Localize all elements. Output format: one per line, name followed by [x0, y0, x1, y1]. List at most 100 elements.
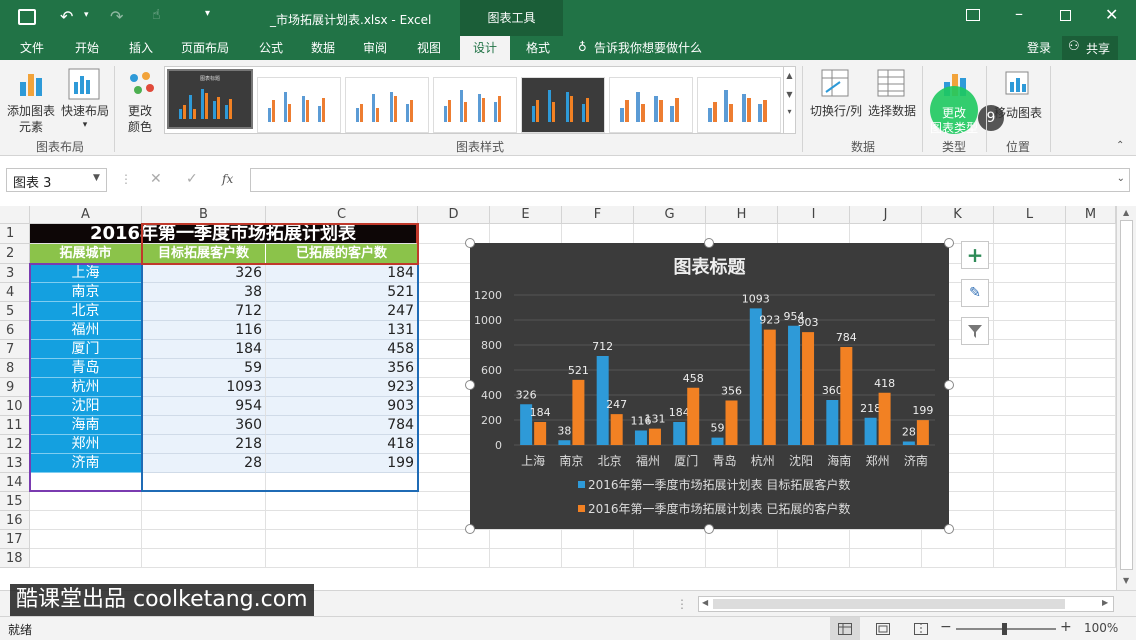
zoom-slider-thumb[interactable] — [1002, 623, 1007, 635]
cell[interactable] — [30, 549, 142, 568]
tab-formulas[interactable]: 公式 — [250, 36, 292, 60]
normal-view-button[interactable] — [830, 617, 860, 640]
row-header-15[interactable]: 15 — [0, 492, 30, 511]
column-header-K[interactable]: K — [922, 206, 994, 224]
cell[interactable] — [1066, 264, 1116, 283]
cell[interactable] — [706, 224, 778, 244]
chart-style-1[interactable]: 图表标题 — [167, 69, 253, 129]
row-header-9[interactable]: 9 — [0, 378, 30, 397]
vertical-scroll-thumb[interactable] — [1120, 220, 1133, 570]
cell[interactable] — [1066, 492, 1116, 511]
row-header-3[interactable]: 3 — [0, 264, 30, 283]
target-value-cell[interactable]: 954 — [142, 397, 266, 416]
cell[interactable] — [30, 492, 142, 511]
target-value-cell[interactable]: 28 — [142, 454, 266, 473]
resize-handle[interactable] — [465, 238, 475, 248]
table-header[interactable]: 已拓展的客户数 — [266, 244, 418, 264]
zoom-in-button[interactable]: + — [1060, 619, 1072, 635]
select-data-button[interactable]: 选择数据 — [866, 64, 918, 124]
row-header-18[interactable]: 18 — [0, 549, 30, 568]
done-value-cell[interactable]: 247 — [266, 302, 418, 321]
cell[interactable] — [30, 511, 142, 530]
cell[interactable] — [994, 244, 1066, 264]
cell[interactable] — [994, 511, 1066, 530]
cell[interactable] — [778, 224, 850, 244]
row-header-5[interactable]: 5 — [0, 302, 30, 321]
city-cell[interactable]: 海南 — [30, 416, 142, 435]
cell[interactable] — [994, 435, 1066, 454]
page-break-view-button[interactable] — [906, 617, 936, 640]
done-value-cell[interactable]: 184 — [266, 264, 418, 283]
tab-home[interactable]: 开始 — [64, 36, 110, 60]
cell[interactable] — [1066, 224, 1116, 244]
cell[interactable] — [994, 359, 1066, 378]
chart-style-4[interactable] — [433, 77, 517, 133]
cell[interactable] — [1066, 435, 1116, 454]
chart-styles-brush-icon[interactable]: ✎ — [961, 279, 989, 307]
sheet-title-cell[interactable]: 2016年第一季度市场拓展计划表 — [30, 224, 418, 244]
move-chart-button[interactable]: 移动图表 — [990, 64, 1046, 124]
add-chart-element-button[interactable]: 添加图表 元素 — [4, 64, 58, 136]
city-cell[interactable]: 福州 — [30, 321, 142, 340]
cell[interactable] — [418, 549, 490, 568]
cancel-icon[interactable]: ✕ — [150, 171, 162, 187]
cell[interactable] — [1066, 244, 1116, 264]
scroll-left-icon[interactable]: ◀ — [702, 598, 708, 607]
cell[interactable] — [142, 549, 266, 568]
column-header-C[interactable]: C — [266, 206, 418, 224]
cell[interactable] — [922, 549, 994, 568]
cell[interactable] — [266, 530, 418, 549]
done-value-cell[interactable]: 923 — [266, 378, 418, 397]
resize-handle[interactable] — [944, 238, 954, 248]
cell[interactable] — [1066, 454, 1116, 473]
cell[interactable] — [994, 454, 1066, 473]
change-chart-type-button[interactable]: 更改 图表类型 — [926, 64, 982, 136]
chart-elements-plus-icon[interactable]: + — [961, 241, 989, 269]
cell[interactable] — [142, 511, 266, 530]
horizontal-scrollbar[interactable]: ◀ ▶ — [698, 596, 1114, 612]
cell[interactable] — [994, 530, 1066, 549]
cell[interactable] — [490, 549, 562, 568]
row-header-6[interactable]: 6 — [0, 321, 30, 340]
tab-format[interactable]: 格式 — [516, 36, 560, 60]
cell[interactable] — [922, 530, 994, 549]
tab-file[interactable]: 文件 — [10, 36, 54, 60]
column-header-L[interactable]: L — [994, 206, 1066, 224]
table-header[interactable]: 目标拓展客户数 — [142, 244, 266, 264]
sign-in-link[interactable]: 登录 — [1020, 36, 1058, 60]
cell[interactable] — [1066, 549, 1116, 568]
cell[interactable] — [994, 224, 1066, 244]
tab-data[interactable]: 数据 — [302, 36, 344, 60]
column-header-I[interactable]: I — [778, 206, 850, 224]
scroll-down-icon[interactable]: ▼ — [1123, 576, 1129, 585]
resize-handle[interactable] — [704, 524, 714, 534]
done-value-cell[interactable]: 131 — [266, 321, 418, 340]
city-cell[interactable]: 厦门 — [30, 340, 142, 359]
cell[interactable] — [850, 530, 922, 549]
done-value-cell[interactable]: 199 — [266, 454, 418, 473]
split-handle-icon[interactable]: ⋮ — [676, 597, 688, 611]
tab-view[interactable]: 视图 — [406, 36, 452, 60]
cell[interactable] — [1066, 321, 1116, 340]
city-cell[interactable]: 青岛 — [30, 359, 142, 378]
column-header-F[interactable]: F — [562, 206, 634, 224]
undo-icon[interactable]: ↶ — [60, 7, 73, 26]
cell[interactable] — [994, 321, 1066, 340]
cell[interactable] — [994, 283, 1066, 302]
row-header-10[interactable]: 10 — [0, 397, 30, 416]
cell[interactable] — [634, 224, 706, 244]
cell[interactable] — [142, 530, 266, 549]
row-header-1[interactable]: 1 — [0, 224, 30, 244]
zoom-level[interactable]: 100% — [1084, 621, 1118, 635]
cell[interactable] — [1066, 397, 1116, 416]
target-value-cell[interactable]: 38 — [142, 283, 266, 302]
row-header-16[interactable]: 16 — [0, 511, 30, 530]
city-cell[interactable]: 上海 — [30, 264, 142, 283]
target-value-cell[interactable]: 59 — [142, 359, 266, 378]
gallery-up-icon[interactable]: ▲ — [784, 71, 795, 80]
done-value-cell[interactable]: 903 — [266, 397, 418, 416]
cell[interactable] — [994, 492, 1066, 511]
target-value-cell[interactable]: 116 — [142, 321, 266, 340]
column-header-H[interactable]: H — [706, 206, 778, 224]
chart-style-7[interactable] — [697, 77, 781, 133]
